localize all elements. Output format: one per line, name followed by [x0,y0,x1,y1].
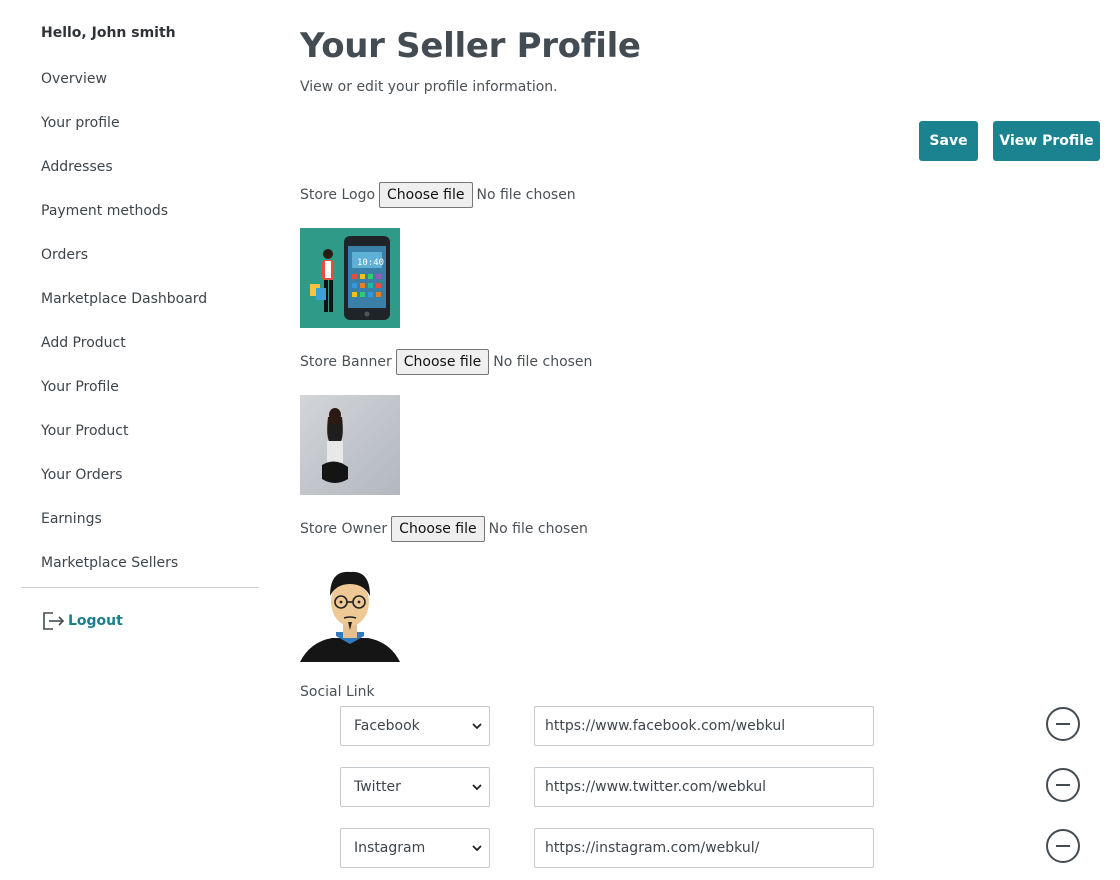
store-logo-choose-file-button[interactable]: Choose file [379,182,473,208]
social-link-label: Social Link [300,684,375,700]
social-network-value: Facebook [354,718,420,734]
store-owner-file-status: No file chosen [488,521,588,537]
svg-text:10:40: 10:40 [357,258,384,268]
page-subtitle: View or edit your profile information. [300,79,558,95]
sidebar-item-your-product[interactable]: Your Product [41,423,129,439]
social-url-input[interactable]: https://www.facebook.com/webkul [534,706,874,746]
store-owner-upload: Store Owner Choose file No file chosen [300,516,588,542]
store-banner-choose-file-button[interactable]: Choose file [395,349,490,375]
store-banner-upload: Store Banner Choose file No file chosen [300,349,592,375]
store-logo-image: 10:40 [300,228,400,328]
store-owner-label: Store Owner [300,521,388,537]
sidebar-item-overview[interactable]: Overview [41,71,107,87]
sidebar-item-addresses[interactable]: Addresses [41,159,113,175]
social-network-select[interactable]: Facebook [340,706,490,746]
remove-social-link-button[interactable] [1046,707,1080,741]
save-button[interactable]: Save [919,121,978,161]
social-network-select[interactable]: Instagram [340,828,490,868]
store-logo-upload: Store Logo Choose file No file chosen [300,182,576,208]
logout-icon [41,610,65,632]
logout-label: Logout [68,613,123,629]
remove-social-link-button[interactable] [1046,829,1080,863]
user-greeting: Hello, John smith [41,25,176,41]
chevron-down-icon [471,842,483,854]
sidebar-item-your-profile[interactable]: Your profile [41,115,120,131]
store-owner-image [300,562,400,662]
sidebar-item-add-product[interactable]: Add Product [41,335,126,351]
social-url-input[interactable]: https://www.twitter.com/webkul [534,767,874,807]
sidebar-item-your-orders[interactable]: Your Orders [41,467,122,483]
chevron-down-icon [471,720,483,732]
sidebar-item-earnings[interactable]: Earnings [41,511,102,527]
sidebar-item-orders[interactable]: Orders [41,247,88,263]
store-banner-image [300,395,400,495]
social-network-value: Twitter [354,779,401,795]
sidebar-item-marketplace-sellers[interactable]: Marketplace Sellers [41,555,178,571]
store-owner-choose-file-button[interactable]: Choose file [391,516,485,542]
store-banner-label: Store Banner [300,354,392,370]
sidebar-divider [21,587,259,588]
logout-link[interactable]: Logout [41,610,123,632]
view-profile-button[interactable]: View Profile [993,121,1100,161]
chevron-down-icon [471,781,483,793]
store-logo-file-status: No file chosen [476,187,576,203]
store-logo-label: Store Logo [300,187,376,203]
sidebar-item-marketplace-dashboard[interactable]: Marketplace Dashboard [41,291,207,307]
social-network-select[interactable]: Twitter [340,767,490,807]
page-title: Your Seller Profile [300,26,641,66]
sidebar-item-payment-methods[interactable]: Payment methods [41,203,168,219]
remove-social-link-button[interactable] [1046,768,1080,802]
sidebar-item-seller-profile[interactable]: Your Profile [41,379,119,395]
social-network-value: Instagram [354,840,426,856]
store-banner-file-status: No file chosen [493,354,593,370]
social-url-input[interactable]: https://instagram.com/webkul/ [534,828,874,868]
